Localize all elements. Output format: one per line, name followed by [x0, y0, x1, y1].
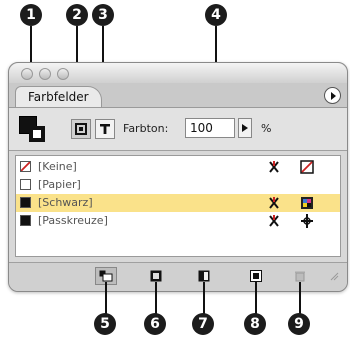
black-swatch-icon [20, 197, 31, 208]
swatch-row-keine[interactable]: [Keine] [16, 158, 340, 176]
not-editable-icon [269, 215, 279, 227]
swatch-row-schwarz[interactable]: [Schwarz] [16, 194, 340, 212]
registration-swatch-icon [20, 215, 31, 226]
not-editable-icon [269, 161, 279, 173]
stroke-swatch[interactable] [29, 126, 45, 142]
paper-swatch-icon [20, 179, 31, 190]
swatch-name: [Keine] [38, 160, 77, 173]
gradient-swatch-icon [198, 270, 210, 282]
tint-input[interactable]: 100 [185, 118, 235, 138]
cmyk-process-icon [301, 197, 313, 209]
trash-icon [295, 271, 305, 282]
all-swatches-icon [99, 270, 113, 282]
resize-grip-icon [330, 272, 339, 281]
leader-line [299, 282, 301, 315]
callout-6: 6 [144, 313, 166, 335]
callout-2: 2 [66, 4, 88, 26]
swatches-panel: Farbfelder Farbton: 100 % [Keine] [Papie… [8, 62, 348, 292]
tint-slider-button[interactable] [238, 118, 252, 138]
new-swatch-icon [250, 270, 262, 282]
swatch-name: [Schwarz] [38, 196, 93, 209]
registration-mark-icon [301, 214, 313, 228]
none-swatch-icon [20, 161, 31, 172]
tab-farbfelder[interactable]: Farbfelder [15, 86, 102, 107]
callout-9: 9 [288, 313, 310, 335]
leader-line [155, 282, 157, 315]
callout-1: 1 [20, 4, 42, 26]
none-color-icon [300, 160, 314, 174]
tint-label: Farbton: [123, 122, 169, 135]
formatting-text-button[interactable] [95, 119, 115, 139]
resize-grip[interactable] [325, 267, 343, 285]
leader-line [255, 282, 257, 315]
swatch-name: [Papier] [38, 178, 81, 191]
text-t-icon [100, 124, 110, 134]
swatch-list: [Keine] [Papier] [Schwarz] [Passkreuze] [15, 155, 341, 257]
callout-3: 3 [92, 4, 114, 26]
close-window-button[interactable] [21, 68, 33, 80]
zoom-window-button[interactable] [57, 68, 69, 80]
triangle-right-icon [242, 124, 248, 132]
minimize-window-button[interactable] [39, 68, 51, 80]
container-icon [75, 123, 87, 135]
not-editable-icon [269, 197, 279, 209]
swatch-row-passkreuze[interactable]: [Passkreuze] [16, 212, 340, 230]
leader-line [203, 282, 205, 315]
swatch-row-papier[interactable]: [Papier] [16, 176, 340, 194]
swatch-toolbar: Farbton: 100 % [9, 108, 347, 151]
swatch-name: [Passkreuze] [38, 214, 108, 227]
callout-8: 8 [244, 313, 266, 335]
leader-line [105, 282, 107, 315]
formatting-container-button[interactable] [71, 119, 91, 139]
panel-menu-button[interactable] [324, 87, 341, 104]
fill-stroke-indicator[interactable] [17, 114, 47, 144]
tab-row: Farbfelder [9, 83, 347, 108]
callout-5: 5 [94, 313, 116, 335]
callout-4: 4 [205, 4, 227, 26]
panel-bottom-bar [9, 262, 347, 291]
callout-7: 7 [192, 313, 214, 335]
triangle-right-icon [330, 91, 336, 100]
title-bar[interactable] [9, 63, 347, 84]
percent-sign: % [261, 122, 272, 135]
color-swatch-icon [150, 270, 162, 282]
